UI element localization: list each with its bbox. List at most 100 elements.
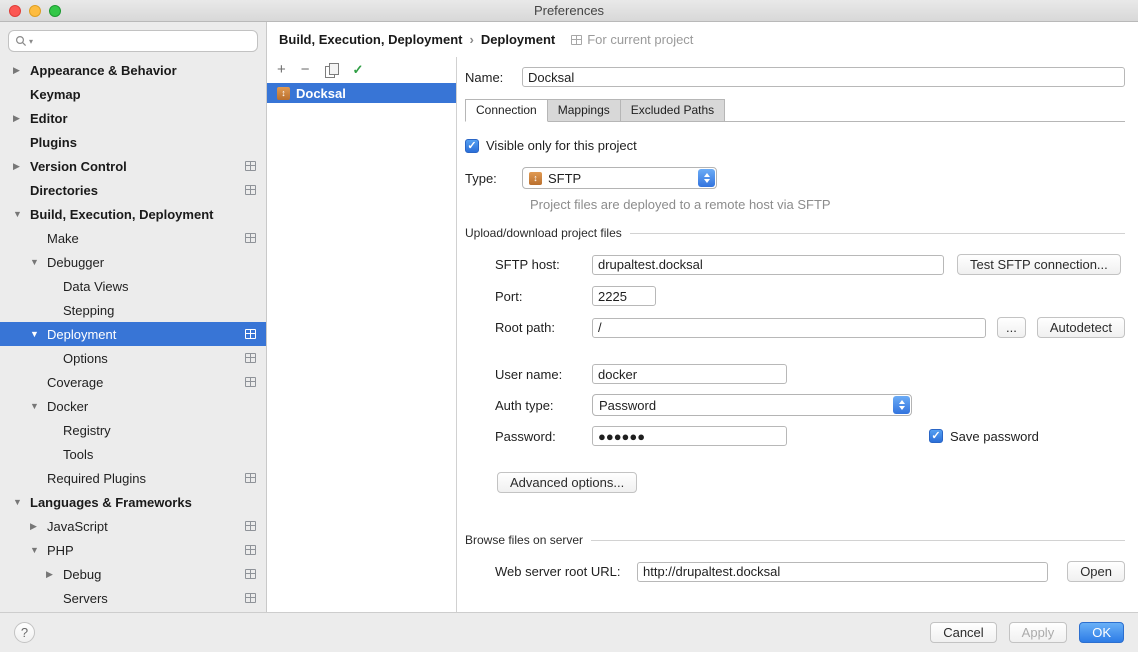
breadcrumb-separator-icon: › xyxy=(469,32,473,47)
sidebar-item-stepping[interactable]: Stepping xyxy=(0,298,266,322)
shared-settings-icon xyxy=(245,377,256,387)
close-window-button[interactable] xyxy=(9,5,21,17)
checkbox-checked-icon: ✓ xyxy=(929,429,943,443)
shared-settings-icon xyxy=(245,593,256,603)
test-sftp-connection-button[interactable]: Test SFTP connection... xyxy=(957,254,1121,275)
shared-settings-icon xyxy=(245,161,256,171)
server-list-item-docksal[interactable]: ↕ Docksal xyxy=(267,83,456,103)
open-button[interactable]: Open xyxy=(1067,561,1125,582)
sidebar-item-directories[interactable]: Directories xyxy=(0,178,266,202)
password-input[interactable] xyxy=(592,426,787,446)
deployment-form: Name: Connection Mappings Excluded Paths… xyxy=(457,57,1138,612)
chevron-right-icon[interactable]: ▶ xyxy=(13,58,30,82)
settings-content: Build, Execution, Deployment › Deploymen… xyxy=(267,22,1138,612)
type-select[interactable]: ↕ SFTP xyxy=(522,167,717,189)
sidebar-item-editor[interactable]: ▶ Editor xyxy=(0,106,266,130)
chevron-down-icon[interactable]: ▼ xyxy=(30,394,47,418)
sidebar-item-make[interactable]: Make xyxy=(0,226,266,250)
visible-only-checkbox[interactable]: ✓ Visible only for this project xyxy=(465,138,637,153)
combo-stepper-icon xyxy=(698,169,715,187)
tab-excluded-paths[interactable]: Excluded Paths xyxy=(620,99,725,122)
shared-settings-icon xyxy=(245,353,256,363)
zoom-window-button[interactable] xyxy=(49,5,61,17)
apply-button[interactable]: Apply xyxy=(1009,622,1068,643)
add-server-button[interactable]: + xyxy=(277,62,286,78)
settings-search-box[interactable]: ▾ xyxy=(8,30,258,52)
chevron-down-icon[interactable]: ▼ xyxy=(30,250,47,274)
sidebar-item-registry[interactable]: Registry xyxy=(0,418,266,442)
sidebar-item-options[interactable]: Options xyxy=(0,346,266,370)
for-current-project-icon xyxy=(571,35,582,45)
name-input[interactable] xyxy=(522,67,1125,87)
chevron-down-icon[interactable]: ▼ xyxy=(30,322,47,346)
sidebar-item-keymap[interactable]: Keymap xyxy=(0,82,266,106)
sidebar-item-debugger[interactable]: ▼ Debugger xyxy=(0,250,266,274)
sidebar-item-required-plugins[interactable]: Required Plugins xyxy=(0,466,266,490)
dialog-footer: ? Cancel Apply OK xyxy=(0,612,1138,652)
sidebar-item-deployment[interactable]: ▼ Deployment xyxy=(0,322,266,346)
auth-type-select[interactable]: Password xyxy=(592,394,912,416)
sidebar-item-php[interactable]: ▼ PHP xyxy=(0,538,266,562)
port-label: Port: xyxy=(495,289,592,304)
breadcrumb: Build, Execution, Deployment › Deploymen… xyxy=(267,22,1138,57)
sidebar-item-data-views[interactable]: Data Views xyxy=(0,274,266,298)
titlebar: Preferences xyxy=(0,0,1138,22)
search-icon xyxy=(15,35,27,47)
breadcrumb-item-deployment[interactable]: Deployment xyxy=(481,32,555,47)
combo-stepper-icon xyxy=(893,396,910,414)
chevron-down-icon[interactable]: ▼ xyxy=(13,490,30,514)
sidebar-item-javascript[interactable]: ▶ JavaScript xyxy=(0,514,266,538)
save-password-checkbox[interactable]: ✓ Save password xyxy=(929,429,1039,444)
browse-root-path-button[interactable]: ... xyxy=(997,317,1026,338)
sidebar-item-docker[interactable]: ▼ Docker xyxy=(0,394,266,418)
tab-mappings[interactable]: Mappings xyxy=(547,99,621,122)
server-list-toolbar: + − ✓ xyxy=(267,57,456,83)
sidebar-item-plugins[interactable]: Plugins xyxy=(0,130,266,154)
sidebar-item-languages-frameworks[interactable]: ▼ Languages & Frameworks xyxy=(0,490,266,514)
root-path-input[interactable] xyxy=(592,318,986,338)
for-current-project-label: For current project xyxy=(571,32,693,47)
type-label: Type: xyxy=(465,171,522,186)
sidebar-item-version-control[interactable]: ▶ Version Control xyxy=(0,154,266,178)
sftp-server-icon: ↕ xyxy=(277,87,290,100)
copy-server-button[interactable] xyxy=(325,63,338,77)
minimize-window-button[interactable] xyxy=(29,5,41,17)
chevron-down-icon[interactable]: ▼ xyxy=(30,538,47,562)
chevron-right-icon[interactable]: ▶ xyxy=(13,154,30,178)
server-list-panel: + − ✓ ↕ Docksal xyxy=(267,57,457,612)
settings-sidebar: ▾ ▶ Appearance & Behavior Keymap ▶ Edito… xyxy=(0,22,267,612)
chevron-down-icon[interactable]: ▼ xyxy=(13,202,30,226)
checkbox-checked-icon: ✓ xyxy=(465,139,479,153)
advanced-options-button[interactable]: Advanced options... xyxy=(497,472,637,493)
shared-settings-icon xyxy=(245,329,256,339)
autodetect-button[interactable]: Autodetect xyxy=(1037,317,1125,338)
deployment-tabs: Connection Mappings Excluded Paths xyxy=(465,99,1125,122)
cancel-button[interactable]: Cancel xyxy=(930,622,996,643)
chevron-right-icon[interactable]: ▶ xyxy=(30,514,47,538)
tab-connection[interactable]: Connection xyxy=(465,99,548,122)
window-controls xyxy=(9,5,61,17)
sidebar-item-appearance-behavior[interactable]: ▶ Appearance & Behavior xyxy=(0,58,266,82)
user-name-label: User name: xyxy=(495,367,592,382)
sftp-type-icon: ↕ xyxy=(529,172,542,185)
ok-button[interactable]: OK xyxy=(1079,622,1124,643)
sftp-host-input[interactable] xyxy=(592,255,944,275)
sidebar-item-tools[interactable]: Tools xyxy=(0,442,266,466)
sidebar-item-servers[interactable]: Servers xyxy=(0,586,266,610)
port-input[interactable] xyxy=(592,286,656,306)
web-root-input[interactable] xyxy=(637,562,1048,582)
help-button[interactable]: ? xyxy=(14,622,35,643)
sidebar-item-build-execution-deployment[interactable]: ▼ Build, Execution, Deployment xyxy=(0,202,266,226)
sidebar-item-debug[interactable]: ▶ Debug xyxy=(0,562,266,586)
sidebar-item-coverage[interactable]: Coverage xyxy=(0,370,266,394)
auth-type-label: Auth type: xyxy=(495,398,592,413)
chevron-right-icon[interactable]: ▶ xyxy=(13,106,30,130)
remove-server-button[interactable]: − xyxy=(301,62,310,78)
breadcrumb-item-build-execution-deployment[interactable]: Build, Execution, Deployment xyxy=(279,32,462,47)
search-input[interactable] xyxy=(35,34,251,48)
user-name-input[interactable] xyxy=(592,364,787,384)
password-label: Password: xyxy=(495,429,592,444)
chevron-right-icon[interactable]: ▶ xyxy=(46,562,63,586)
use-as-default-button[interactable]: ✓ xyxy=(353,62,364,78)
search-options-icon[interactable]: ▾ xyxy=(29,37,33,46)
